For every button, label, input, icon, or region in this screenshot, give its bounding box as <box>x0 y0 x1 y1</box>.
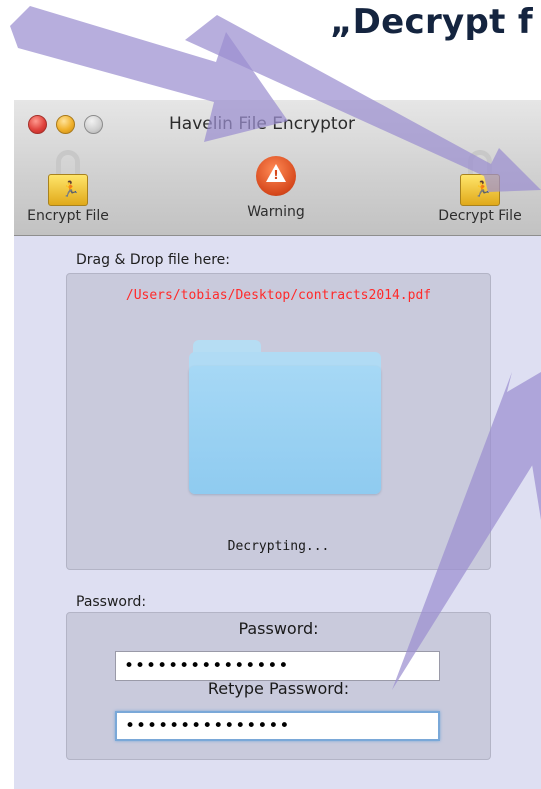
decrypt-file-label: Decrypt File <box>438 208 522 224</box>
close-window-button[interactable] <box>28 115 47 134</box>
lock-icon: 🏃 <box>48 150 88 206</box>
file-path: /Users/tobias/Desktop/contracts2014.pdf <box>125 288 432 303</box>
zoom-window-button[interactable] <box>84 115 103 134</box>
warning-icon: ! <box>256 156 296 196</box>
encrypt-file-button[interactable]: 🏃 Encrypt File <box>16 150 120 224</box>
app-window: Havelin File Encryptor 🏃 Encrypt File ! … <box>14 100 541 789</box>
window-title: Havelin File Encryptor <box>169 114 355 134</box>
password-field[interactable]: ••••••••••••••• <box>115 651 440 681</box>
password-label: Password: <box>238 619 319 638</box>
lock-icon: 🏃 <box>460 150 500 206</box>
warning-label: Warning <box>247 204 305 220</box>
status-text: Decrypting... <box>227 539 330 554</box>
password-group: Password: ••••••••••••••• Retype Passwor… <box>66 612 491 760</box>
title-bar: Havelin File Encryptor 🏃 Encrypt File ! … <box>14 100 541 236</box>
decrypt-file-button[interactable]: 🏃 Decrypt File <box>428 150 532 224</box>
retype-password-field[interactable]: ••••••••••••••• <box>115 711 440 741</box>
heading-text: „Decrypt f <box>330 2 533 42</box>
minimize-window-button[interactable] <box>56 115 75 134</box>
drop-zone[interactable]: /Users/tobias/Desktop/contracts2014.pdf … <box>66 273 491 570</box>
drop-zone-label: Drag & Drop file here: <box>76 252 230 268</box>
folder-icon <box>189 340 381 496</box>
password-group-label: Password: <box>76 594 147 610</box>
warning-button[interactable]: ! Warning <box>224 150 328 220</box>
encrypt-file-label: Encrypt File <box>27 208 109 224</box>
retype-password-label: Retype Password: <box>207 679 350 698</box>
